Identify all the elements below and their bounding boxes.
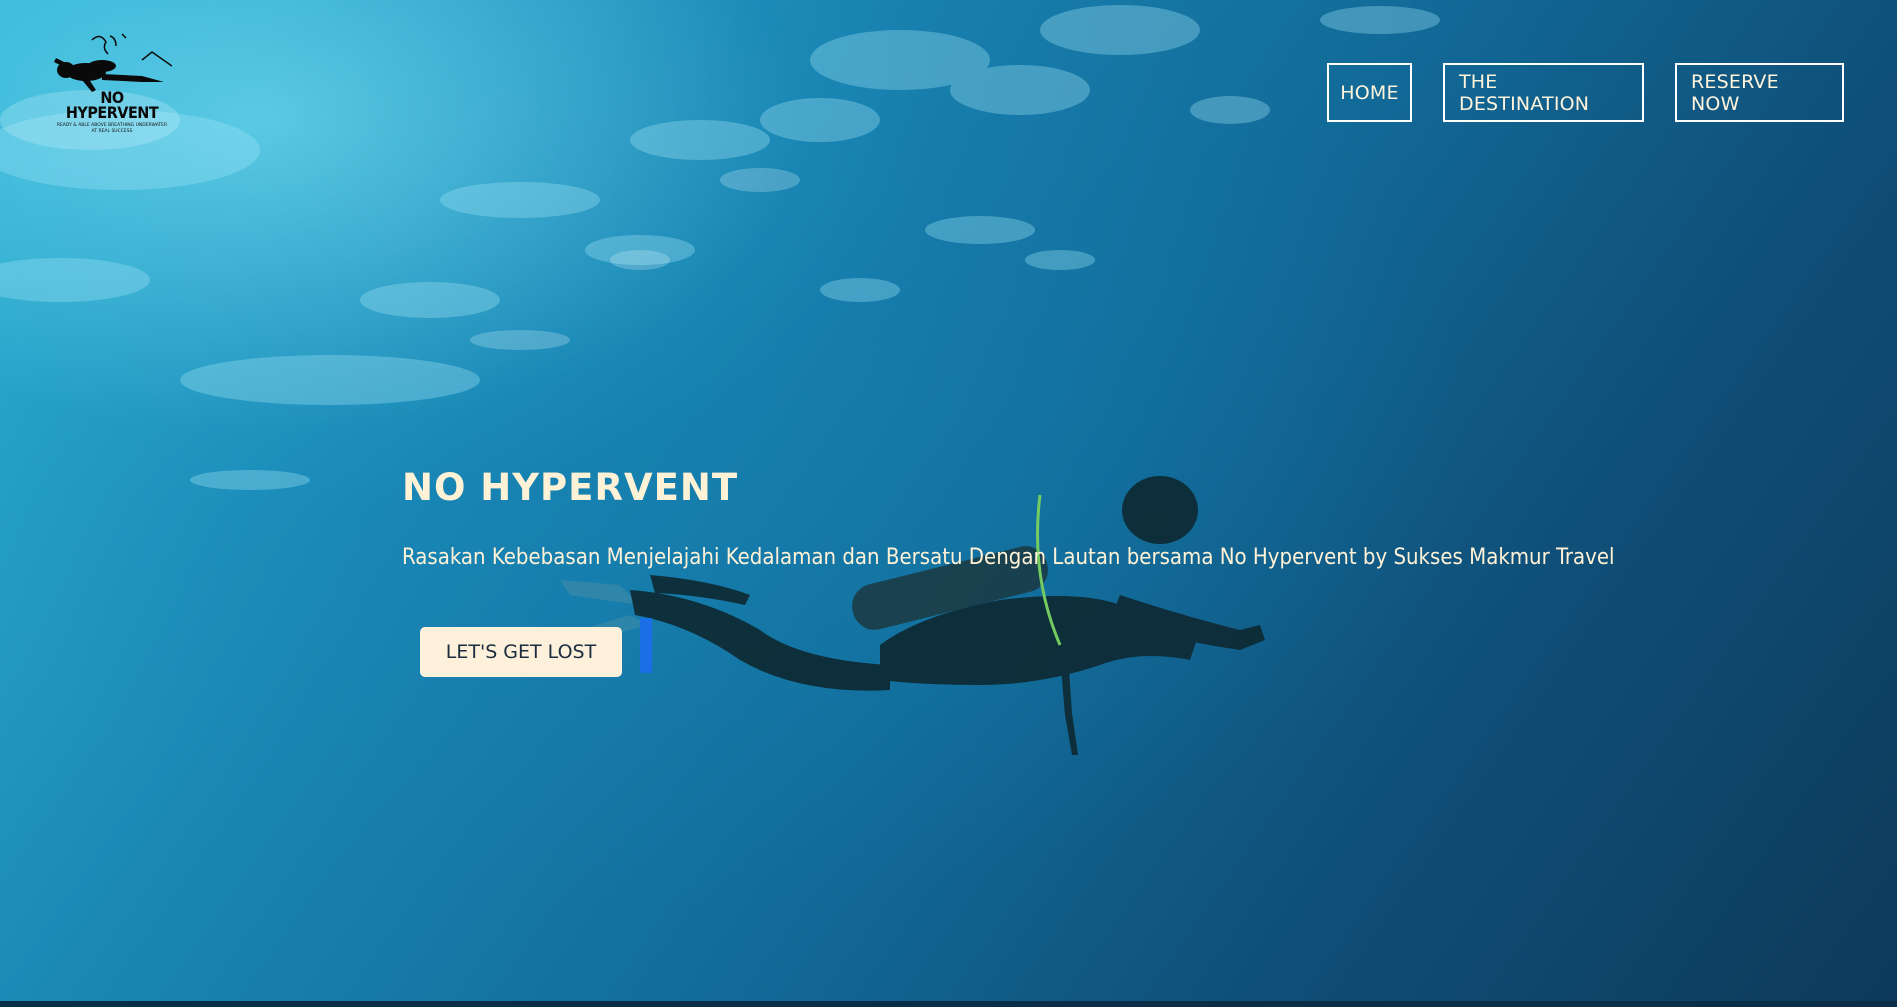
lets-get-lost-button[interactable]: LET'S GET LOST	[420, 627, 622, 677]
bottom-edge	[0, 1001, 1897, 1007]
nav-home-link[interactable]: HOME	[1327, 63, 1412, 122]
nav-destination-link[interactable]: THE DESTINATION	[1443, 63, 1644, 122]
brand-logo[interactable]: NO HYPERVENT READY & ABLE ABOVE BREATHIN…	[52, 30, 172, 148]
nav-reserve-link[interactable]: RESERVE NOW	[1675, 63, 1844, 122]
main-nav: HOME THE DESTINATION RESERVE NOW	[1327, 63, 1844, 122]
logo-title: NO HYPERVENT	[65, 88, 159, 122]
hero-section: NO HYPERVENT READY & ABLE ABOVE BREATHIN…	[0, 0, 1897, 1007]
hero-title: NO HYPERVENT	[402, 466, 739, 509]
logo-tagline: READY & ABLE ABOVE BREATHING UNDERWATER …	[56, 123, 168, 134]
hero-subtitle: Rasakan Kebebasan Menjelajahi Kedalaman …	[402, 545, 1615, 570]
focus-indicator	[640, 618, 652, 673]
